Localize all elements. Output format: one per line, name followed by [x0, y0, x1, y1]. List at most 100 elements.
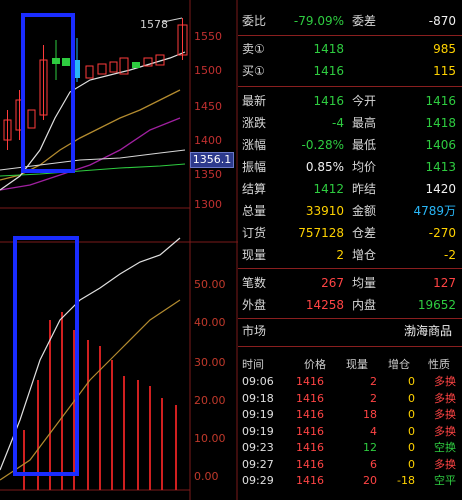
trade-nature: 多换: [434, 375, 456, 388]
stat-row: 涨幅 -0.28% 最低 1406: [238, 134, 462, 156]
trade-row[interactable]: 09:19 1416 18 0 多换: [238, 407, 462, 423]
stat-label: 最高: [352, 116, 377, 130]
stat-label: 仓差: [352, 226, 377, 240]
trade-price: 1416: [296, 391, 324, 405]
trade-oi-change: 0: [408, 375, 415, 388]
stat-value: 1418: [425, 116, 456, 130]
trade-oi-change: 0: [408, 441, 415, 454]
trade-nature: 多换: [434, 457, 456, 471]
stat-label: 均价: [352, 160, 377, 174]
trade-time: 09:19: [242, 424, 274, 438]
sell1-row[interactable]: 卖① 1418 985: [238, 38, 462, 60]
stat-label: 金额: [352, 204, 377, 218]
price-axis-label: 1500: [194, 64, 222, 77]
trade-volume: 6: [370, 457, 377, 471]
kline-chart[interactable]: 1578 1550 1500 1450 1400 1350 1300 1356.…: [0, 0, 238, 500]
price-axis-label: 1400: [194, 134, 222, 147]
trade-volume: 4: [370, 424, 377, 438]
stat-label: 涨幅: [242, 138, 267, 152]
trade-nature: 多换: [434, 408, 456, 421]
stat-value: -0.28%: [301, 138, 344, 152]
current-price-tag: 1356.1: [190, 152, 234, 168]
stat-value: -270: [428, 226, 456, 240]
stat-row: 最新 1416 今开 1416: [238, 90, 462, 112]
volume-axis-label: 30.00: [194, 356, 226, 369]
divider: [238, 35, 462, 36]
stat-label: 增仓: [352, 248, 377, 262]
trade-price: 1416: [296, 408, 324, 421]
stat-label: 订货: [242, 226, 267, 240]
trade-price: 1416: [296, 424, 324, 438]
stat-value: 1416: [425, 94, 456, 108]
trade-time: 09:27: [242, 457, 274, 471]
stat-value: 1416: [313, 94, 344, 108]
volume-axis-label: 20.00: [194, 394, 226, 407]
trades-header: 时间 价格 现量 增仓 性质: [242, 358, 450, 371]
trade-oi-change: 0: [408, 424, 415, 438]
volume-axis-label: 40.00: [194, 316, 226, 329]
stat-value: 1406: [425, 138, 456, 152]
trade-time: 09:06: [242, 375, 274, 388]
trade-time: 09:23: [242, 441, 274, 454]
stat-row: 总量 33910 金额 4789万: [238, 200, 462, 222]
trade-nature: 空换: [434, 441, 456, 454]
trade-time: 09:29: [242, 474, 274, 487]
trade-oi-change: 0: [408, 457, 415, 471]
peak-price-label: 1578: [140, 18, 168, 31]
stat-row: 现量 2 增仓 -2: [238, 244, 462, 266]
price-axis-label: 1550: [194, 30, 222, 43]
price-axis-label: 1350: [194, 168, 222, 181]
trade-price: 1416: [296, 474, 324, 487]
stat-row: 涨跌 -4 最高 1418: [238, 112, 462, 134]
stat-value: 2: [336, 248, 344, 262]
stat-value: 757128: [298, 226, 344, 240]
weibi-row: 委比 -79.09% 委差 -870: [242, 14, 456, 28]
volume-axis-label: 0.00: [194, 470, 219, 483]
stat-value: -4: [332, 116, 344, 130]
trade-volume: 2: [370, 391, 377, 405]
trade-nature: 空平: [434, 474, 456, 487]
trade-oi-change: 0: [408, 408, 415, 421]
stat-label: 现量: [242, 248, 267, 262]
stat-label: 结算: [242, 182, 267, 196]
trade-volume: 2: [370, 375, 377, 388]
stat-label: 振幅: [242, 160, 267, 174]
bishu-row: 笔数 267 均量 127: [242, 276, 456, 290]
trade-price: 1416: [296, 375, 324, 388]
waipan-row: 外盘 14258 内盘 19652: [242, 298, 456, 312]
trade-volume: 12: [363, 441, 377, 454]
trade-row[interactable]: 09:27 1416 6 0 多换: [238, 457, 462, 473]
trade-row[interactable]: 09:23 1416 12 0 空换: [238, 440, 462, 456]
stat-label: 涨跌: [242, 116, 267, 130]
trade-nature: 多换: [434, 424, 456, 438]
trade-oi-change: -18: [397, 474, 415, 487]
divider: [238, 318, 462, 319]
trade-time: 09:18: [242, 391, 274, 405]
trade-nature: 多换: [434, 391, 456, 405]
volume-axis-label: 10.00: [194, 432, 226, 445]
stat-row: 结算 1412 昨结 1420: [238, 178, 462, 200]
stat-label: 昨结: [352, 182, 377, 196]
stat-label: 今开: [352, 94, 377, 108]
trade-row[interactable]: 09:29 1416 20 -18 空平: [238, 473, 462, 489]
stat-value: 4789万: [413, 204, 456, 218]
annotation-box-upper: [21, 13, 75, 173]
stat-row: 振幅 0.85% 均价 1413: [238, 156, 462, 178]
quote-panel: 委比 -79.09% 委差 -870 卖① 1418 985 买① 1416 1…: [238, 0, 462, 500]
stat-value: 1413: [425, 160, 456, 174]
stat-value: 1420: [425, 182, 456, 196]
trade-row[interactable]: 09:19 1416 4 0 多换: [238, 424, 462, 440]
trade-row[interactable]: 09:18 1416 2 0 多换: [238, 391, 462, 407]
trade-price: 1416: [296, 441, 324, 454]
stat-value: 33910: [305, 204, 344, 218]
annotation-box-lower: [13, 236, 79, 476]
trade-row[interactable]: 09:06 1416 2 0 多换: [238, 374, 462, 390]
stat-value: -2: [444, 248, 456, 262]
trade-time: 09:19: [242, 408, 274, 421]
stat-label: 总量: [242, 204, 267, 218]
divider: [238, 346, 462, 347]
stat-row: 订货 757128 仓差 -270: [238, 222, 462, 244]
buy1-row[interactable]: 买① 1416 115: [238, 60, 462, 82]
market-row: 市场 渤海商品: [242, 324, 452, 338]
stat-value: 0.85%: [305, 160, 344, 174]
